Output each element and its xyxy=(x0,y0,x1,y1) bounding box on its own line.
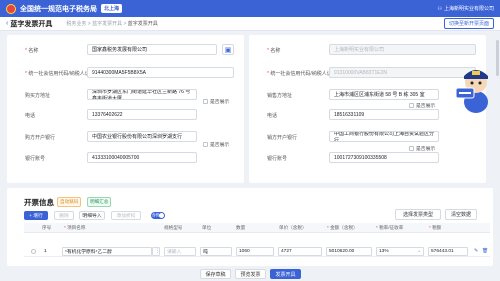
breadcrumb-current: 蓝字发票开具 xyxy=(127,21,158,27)
cell-unit[interactable]: 吨 xyxy=(200,247,232,256)
region-badge[interactable]: 北上海 xyxy=(101,4,123,13)
tax-included-toggle[interactable]: 含税 xyxy=(151,212,165,219)
seller-address-label: 销售方地址 xyxy=(267,93,293,99)
row-select-radio[interactable] xyxy=(31,249,36,254)
page-title: 蓝字发票开具 xyxy=(10,20,53,28)
buyer-address-field[interactable]: 深圳市罗湖区东门街道延华社区兰新路 76 号鑫丰街道大厦 xyxy=(87,89,197,100)
seller-phone-field[interactable]: 18516331109 xyxy=(329,109,439,120)
col-no: 序号 xyxy=(42,225,52,230)
buyer-bank-label: 购方开户银行 xyxy=(25,135,56,141)
preview-invoice-button[interactable]: 预览发票 xyxy=(235,269,266,279)
buyer-panel: * 名称 国家鑫税务发展有限公司 ▣ * 统一社会信用代码/纳税人识别号 914… xyxy=(7,35,244,183)
tax-emblem-icon xyxy=(6,3,16,14)
user-name: 上海新明实业有限公司 xyxy=(443,6,494,12)
row-edit-icon[interactable]: ✎ xyxy=(474,247,478,256)
seller-panel: * 名称 上海新明实业有限公司 * 统一社会信用代码/纳税人识别号 913100… xyxy=(249,35,486,183)
table-header: 序号 * 项目名称 规格型号 单位 数量 单价（含税） * 金额（含税） * 税… xyxy=(24,223,490,233)
cell-qty[interactable]: 1060 xyxy=(236,247,274,256)
col-item: * 项目名称 xyxy=(64,225,86,230)
top-bar: 全国统一规范电子税务局 北上海 ⚇ 上海新明实业有限公司 xyxy=(0,0,500,17)
cell-spec[interactable]: 请输入 xyxy=(164,247,196,256)
row-delete-icon[interactable]: 🗑 xyxy=(482,247,488,256)
buyer-name-label: * 名称 xyxy=(25,48,39,54)
col-price: 单价（含税） xyxy=(279,225,307,230)
issue-invoice-button[interactable]: 发票开具 xyxy=(270,269,301,279)
app-brand: 全国统一规范电子税务局 xyxy=(20,5,97,13)
user-icon: ⚇ xyxy=(437,5,442,12)
buyer-account-label: 银行账号 xyxy=(25,156,46,162)
add-discount-button[interactable]: 添加折扣 xyxy=(111,211,141,220)
cell-rate[interactable]: 13% ⌄ xyxy=(376,247,424,256)
delete-row-button[interactable]: 删除 xyxy=(54,211,74,220)
seller-address-show-checkbox[interactable]: 是否展示 xyxy=(409,102,435,109)
tag-detail-summary: 明细汇总 xyxy=(87,197,112,207)
switch-page-button[interactable]: 切换至新开票页面 xyxy=(443,18,494,29)
clear-data-button[interactable]: 清空数据 xyxy=(445,209,477,220)
page-scrollbar[interactable] xyxy=(496,40,499,76)
add-row-button[interactable]: + 增行 xyxy=(24,211,48,220)
seller-taxid-label: * 统一社会信用代码/纳税人识别号 xyxy=(267,71,342,77)
seller-phone-label: 电话 xyxy=(267,113,278,119)
breadcrumb: 税务业务 > 蓝字发票开具 > 蓝字发票开具 xyxy=(66,21,158,27)
buyer-taxid-label: * 统一社会信用代码/纳税人识别号 xyxy=(25,71,100,77)
table-row[interactable]: 1 *有机化学原料*乙二醇 ⋮ 请输入 吨 1060 4727 5010620.… xyxy=(24,246,490,257)
toggle-label: 含税 xyxy=(152,213,159,217)
seller-name-label: * 名称 xyxy=(267,48,281,54)
save-draft-button[interactable]: 保存草稿 xyxy=(200,269,231,279)
buyer-taxid-field[interactable]: 91440300MA5F5B8X5A xyxy=(87,67,234,78)
invoice-section: 开票信息 自动赋码 明细汇总 + 增行 删除 明细导入 添加折扣 含税 选择发票… xyxy=(7,188,493,266)
buyer-bank-show-checkbox[interactable]: 是否展示 xyxy=(203,141,229,148)
cell-price[interactable]: 4727 xyxy=(278,247,322,256)
cell-amount[interactable]: 5010620.00 xyxy=(326,247,372,256)
import-detail-button[interactable]: 明细导入 xyxy=(79,211,105,220)
buyer-bank-field[interactable]: 中国农业银行股份有限公司深圳罗湖支行 xyxy=(87,131,197,142)
seller-bank-field[interactable]: 中国工商银行股份有限公司上海自贸试验区分行 xyxy=(329,131,439,142)
cell-item[interactable]: *有机化学原料*乙二醇 xyxy=(62,247,152,256)
page-header: ‹ 蓝字发票开具 税务业务 > 蓝字发票开具 > 蓝字发票开具 切换至新开票页面 xyxy=(0,17,500,31)
mascot-icon xyxy=(455,70,488,113)
seller-bank-show-checkbox[interactable]: 是否展示 xyxy=(409,145,435,152)
breadcrumb-item-0[interactable]: 税务业务 xyxy=(66,21,86,27)
col-rate: * 税率/征收率 xyxy=(376,225,404,230)
breadcrumb-item-1[interactable]: 蓝字发票开具 xyxy=(92,21,122,27)
seller-account-field[interactable]: 1001727309100335508 xyxy=(329,152,439,163)
seller-address-field[interactable]: 上海市浦区区浦东街道 58 号 B 栋 305 室 xyxy=(329,89,439,100)
col-unit: 单位 xyxy=(202,225,212,230)
buyer-phone-field[interactable]: 13376402622 xyxy=(87,109,197,120)
invoice-title: 开票信息 xyxy=(24,198,54,207)
select-invoice-type-button[interactable]: 选择发票类型 xyxy=(395,209,441,220)
chevron-down-icon: ⌄ xyxy=(416,249,421,254)
buyer-name-field[interactable]: 国家鑫税务发展有限公司 xyxy=(87,44,217,55)
user-menu[interactable]: ⚇ 上海新明实业有限公司 xyxy=(437,5,495,13)
buyer-account-field[interactable]: 41333100040005700 xyxy=(87,152,197,163)
col-tax: * 税额 xyxy=(429,225,442,230)
back-icon[interactable]: ‹ xyxy=(6,20,8,27)
cell-tax[interactable]: 576443.01 xyxy=(428,247,468,256)
col-amount: * 金额（含税） xyxy=(327,225,358,230)
tag-auto-code: 自动赋码 xyxy=(57,197,82,207)
buyer-address-show-checkbox[interactable]: 是否展示 xyxy=(203,98,229,105)
item-more-icon[interactable]: ⋮ xyxy=(152,247,160,256)
cell-no: 1 xyxy=(44,249,47,254)
col-spec: 规格型号 xyxy=(164,225,183,230)
buyer-phone-label: 电话 xyxy=(25,113,36,119)
buyer-select-icon[interactable]: ▣ xyxy=(222,44,234,55)
seller-account-label: 银行账号 xyxy=(267,156,288,162)
buyer-address-label: 购买方地址 xyxy=(25,93,51,99)
seller-name-field: 上海新明实业有限公司 xyxy=(329,44,476,55)
col-qty: 数量 xyxy=(236,225,246,230)
seller-bank-label: 销方开户银行 xyxy=(267,135,298,141)
